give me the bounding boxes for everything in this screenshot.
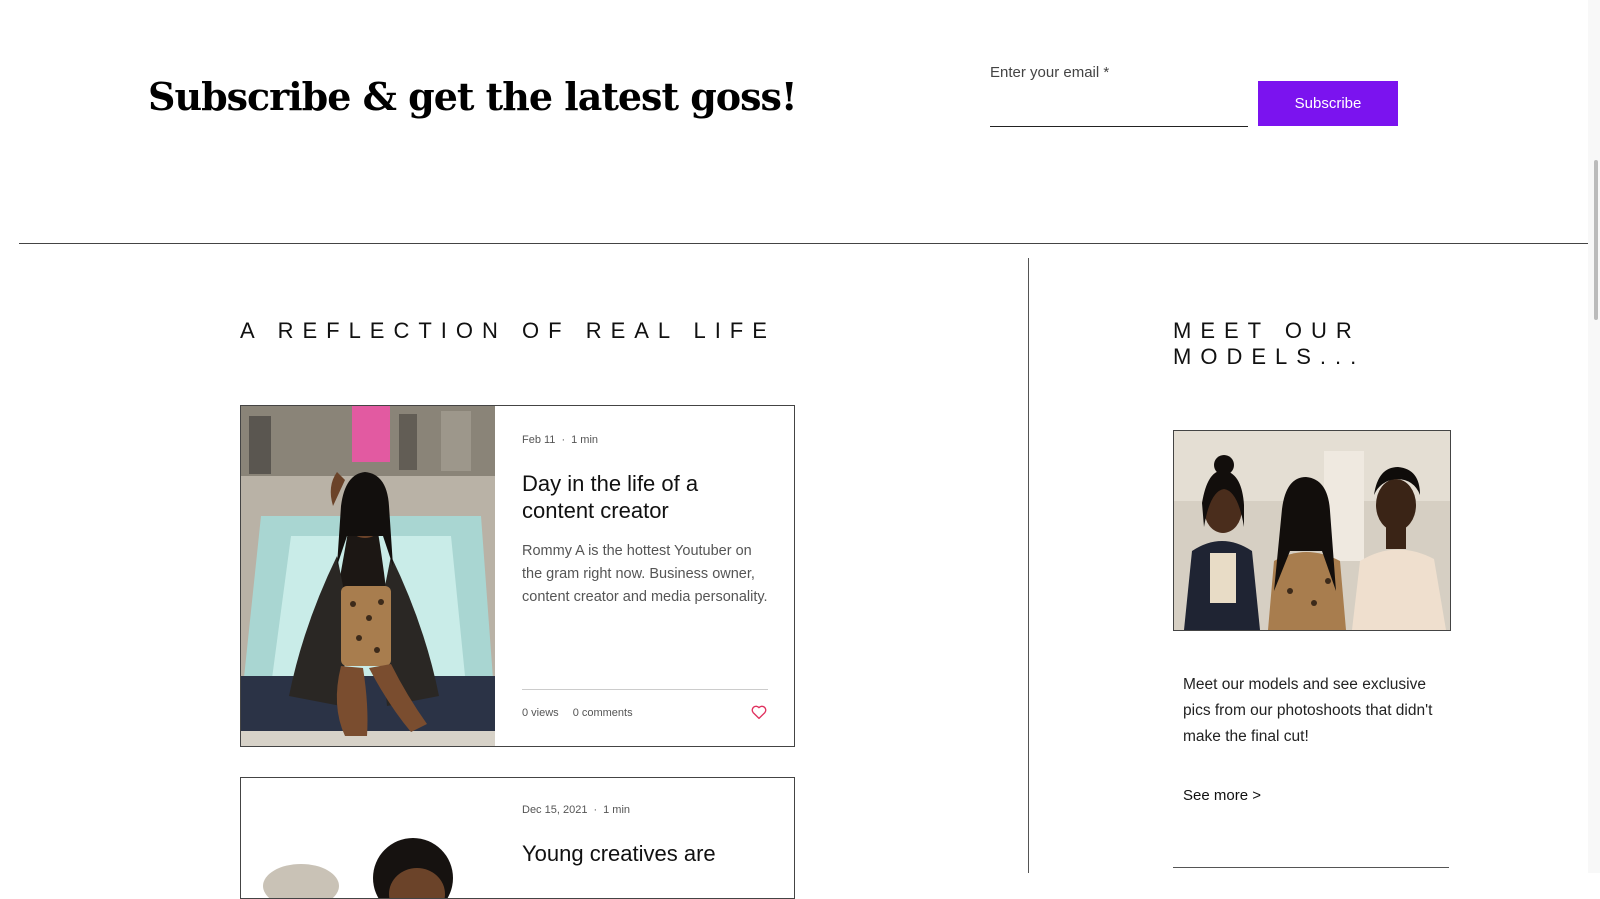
scrollbar-track[interactable] (1588, 0, 1600, 873)
meta-separator: · (561, 434, 566, 446)
subscribe-heading: Subscribe & get the latest goss! (148, 74, 798, 119)
column-divider (1028, 258, 1029, 873)
post-title[interactable]: Day in the life of a content creator (522, 470, 768, 524)
post-comments[interactable]: 0 comments (573, 707, 633, 719)
blog-heading: A REFLECTION OF REAL LIFE (240, 318, 776, 343)
post-title[interactable]: Young creatives are (522, 840, 768, 867)
meta-separator: · (593, 804, 598, 816)
sidebar-description: Meet our models and see exclusive pics f… (1183, 676, 1433, 745)
see-more-link[interactable]: See more > (1183, 787, 1261, 804)
post-date: Dec 15, 2021 (522, 804, 588, 816)
sidebar-heading: MEET OUR MODELS... (1173, 318, 1366, 369)
post-read-time: 1 min (603, 804, 631, 816)
post-date: Feb 11 (522, 434, 556, 446)
post-views: 0 views (522, 707, 559, 719)
heart-icon[interactable] (750, 703, 768, 721)
section-divider (19, 243, 1592, 244)
models-photo[interactable] (1173, 430, 1451, 631)
scrollbar-thumb[interactable] (1594, 160, 1598, 320)
post-meta: Dec 15, 2021 · 1 min (522, 804, 630, 816)
post-meta: Feb 11 · 1 min (522, 434, 598, 446)
post-card[interactable]: Feb 11 · 1 min Day in the life of a conten… (240, 405, 795, 747)
post-image[interactable] (241, 406, 495, 746)
sidebar-divider (1173, 867, 1449, 868)
email-field[interactable] (990, 88, 1248, 127)
post-excerpt: Rommy A is the hottest Youtuber on the g… (522, 543, 768, 605)
post-image[interactable] (241, 778, 495, 898)
post-stats: 0 views 0 comments (522, 707, 633, 719)
email-label: Enter your email * (990, 64, 1110, 81)
subscribe-button[interactable]: Subscribe (1258, 81, 1398, 126)
post-card[interactable]: Dec 15, 2021 · 1 min Young creatives are (240, 777, 795, 899)
post-divider (522, 689, 768, 690)
post-read-time: 1 min (571, 434, 599, 446)
